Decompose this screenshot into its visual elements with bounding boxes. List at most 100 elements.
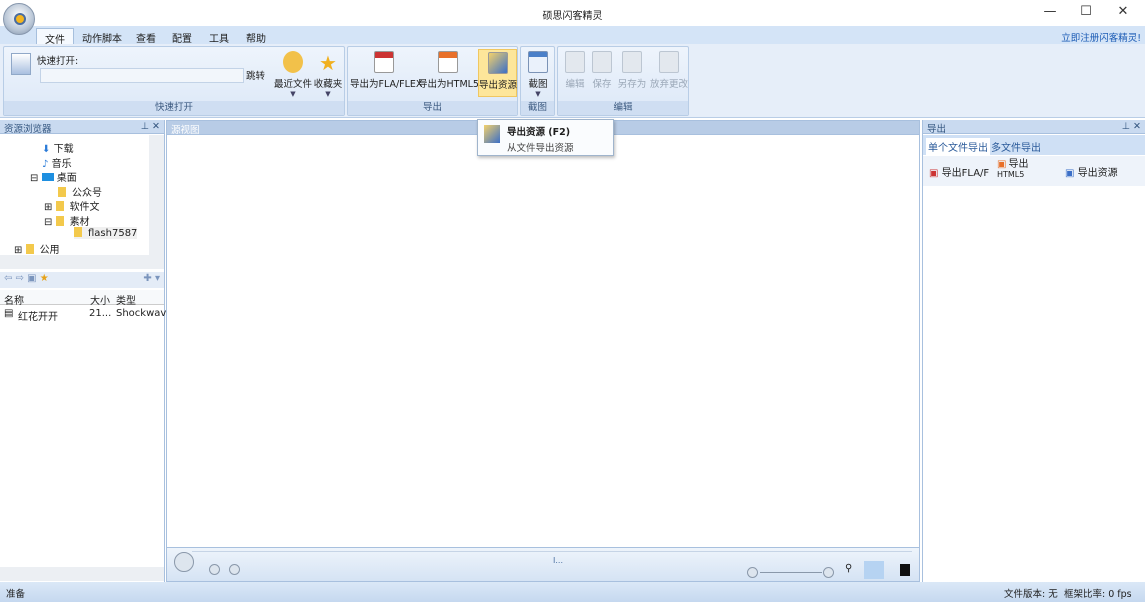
tree-item-selected[interactable]: flash7587 (74, 227, 138, 239)
file-list-toolbar[interactable]: ⇦ ⇨ ▣ ★ ✚ ▾ (0, 272, 164, 288)
file-list-header: 名称 大小 类型 (0, 290, 164, 307)
background-color-button[interactable] (900, 564, 910, 576)
frame-rate: 框架比率: 0 fps (1064, 589, 1132, 600)
explorer-header: 资源浏览器 ⊥ ✕ (0, 120, 164, 135)
register-link[interactable]: 立即注册闪客精灵! (1061, 30, 1141, 44)
group-label: 导出 (348, 101, 517, 115)
save-icon (592, 51, 612, 73)
tree-vertical-scrollbar[interactable] (149, 135, 164, 255)
edit-label: 编辑 (565, 79, 585, 90)
title-bar: 硕思闪客精灵 — ☐ ✕ (0, 0, 1145, 26)
discard-icon (659, 51, 679, 73)
play-button[interactable] (174, 552, 194, 572)
screenshot-button[interactable]: 截图 ▼ (523, 49, 553, 98)
discard-button[interactable]: 放弃更改 (649, 49, 689, 90)
group-label: 编辑 (558, 101, 688, 115)
folder-tree: ⬇ 下载 ♪ 音乐 ⊟ 桌面 公众号 ⊞ 软件文 ⊟ 素材 flash7587 … (0, 135, 150, 256)
maximize-button[interactable]: ☐ (1071, 4, 1101, 22)
fla-icon (374, 51, 394, 73)
status-text: 准备 (6, 589, 26, 600)
edit-button[interactable]: 编辑 (562, 49, 588, 90)
column-size[interactable]: 大小 (90, 292, 110, 307)
recent-files-button[interactable]: 最近文件 ▼ (274, 49, 312, 98)
edit-icon (565, 51, 585, 73)
screenshot-label: 截图 (528, 79, 548, 90)
pin-close-icons[interactable]: ⊥ ✕ (141, 121, 160, 132)
minimize-button[interactable]: — (1035, 4, 1065, 22)
favorites-button[interactable]: ★ 收藏夹 ▼ (312, 49, 344, 98)
export-resources-button[interactable]: 导出资源 (478, 49, 517, 97)
tab-file[interactable]: 文件 (36, 28, 74, 46)
discard-label: 放弃更改 (649, 79, 688, 90)
close-button[interactable]: ✕ (1108, 4, 1138, 22)
file-version: 文件版本: 无 (1004, 589, 1058, 600)
quick-open-label: 快速打开: (37, 56, 79, 67)
column-name[interactable]: 名称 (4, 292, 24, 307)
app-menu-button[interactable] (3, 3, 35, 35)
tree-item-public[interactable]: ⊞ 公用 (14, 241, 60, 256)
list-horizontal-scrollbar[interactable] (0, 567, 164, 581)
tab-multi-file[interactable]: 多文件导出 (991, 139, 1041, 154)
tab-single-file[interactable]: 单个文件导出 (926, 138, 990, 155)
clock-icon (283, 51, 303, 73)
file-name: 红花开开 (18, 312, 58, 323)
pin-close-icons[interactable]: ⊥ ✕ (1122, 121, 1141, 132)
star-icon: ★ (319, 51, 337, 75)
tree-item-folder[interactable]: ⊟ 素材 (44, 213, 90, 228)
app-logo-icon (14, 13, 26, 25)
tree-item-desktop[interactable]: ⊟ 桌面 (30, 169, 77, 184)
export-fla-button[interactable]: ▣ 导出FLA/F (929, 164, 989, 179)
export-html5-button[interactable]: 导出为HTML5 (418, 49, 479, 90)
favorites-label: 收藏夹 (313, 79, 343, 90)
screenshot-icon (528, 51, 548, 73)
tree-horizontal-scrollbar[interactable] (0, 255, 164, 269)
group-export: 导出为FLA/FLEX 导出为HTML5 导出资源 导出 (347, 46, 518, 116)
tab-view[interactable]: 查看 (128, 28, 164, 45)
tab-help[interactable]: 帮助 (238, 28, 274, 45)
export-panel: 导出 ⊥ ✕ 单个文件导出 多文件导出 ▣ 导出FLA/F ▣ 导出 HTML5 ▣ … (922, 120, 1145, 582)
export-resources-label: 导出资源 (479, 80, 518, 91)
export-html5-button[interactable]: ▣ 导出 HTML5 (997, 160, 1057, 180)
tab-config[interactable]: 配置 (164, 28, 200, 45)
tab-tools[interactable]: 工具 (201, 28, 237, 45)
export-resources-button[interactable]: ▣ 导出资源 (1065, 164, 1118, 179)
group-label: 快速打开 (4, 101, 344, 115)
export-resources-icon (484, 125, 500, 143)
player-controls: I... ⚲ (167, 547, 919, 581)
tree-item-folder[interactable]: 公众号 (58, 184, 102, 199)
jump-button[interactable]: 跳转 (246, 68, 265, 82)
file-size: 21... (89, 308, 112, 319)
fit-icon[interactable]: ⚲ (845, 563, 852, 574)
export-fla-label: 导出为FLA/FLEX (350, 79, 423, 90)
save-as-button[interactable]: 另存为 (616, 49, 648, 90)
group-label: 截图 (521, 101, 554, 115)
tree-item-music[interactable]: ♪ 音乐 (42, 155, 72, 170)
zoom-slider[interactable] (760, 572, 822, 573)
group-screenshot: 截图 ▼ 截图 (520, 46, 555, 116)
tab-actionscript[interactable]: 动作脚本 (74, 28, 130, 45)
explorer-title: 资源浏览器 (4, 124, 52, 135)
actual-size-button[interactable] (864, 561, 884, 579)
table-row[interactable]: ▤ 红花开开 21... Shockwav (0, 307, 167, 323)
timeline-slider[interactable] (192, 551, 912, 552)
export-fla-button[interactable]: 导出为FLA/FLEX (350, 49, 422, 90)
tree-item-downloads[interactable]: ⬇ 下载 (42, 140, 74, 155)
next-frame-button[interactable] (229, 564, 240, 575)
frame-indicator: I... (553, 556, 563, 565)
save-button[interactable]: 保存 (589, 49, 615, 90)
quick-open-input[interactable] (40, 68, 244, 83)
export-tabs: 单个文件导出 多文件导出 (923, 135, 1145, 155)
export-resources-icon (487, 52, 508, 74)
export-html5-label: 导出为HTML5 (418, 79, 479, 90)
group-quick-open: 快速打开: 跳转 最近文件 ▼ ★ 收藏夹 ▼ 快速打开 (3, 46, 345, 116)
export-toolbar: ▣ 导出FLA/F ▣ 导出 HTML5 ▣ 导出资源 (923, 156, 1145, 186)
column-type[interactable]: 类型 (116, 292, 136, 307)
prev-frame-button[interactable] (209, 564, 220, 575)
zoom-out-button[interactable] (747, 567, 758, 578)
open-file-icon (11, 53, 31, 75)
file-type: Shockwav (116, 308, 167, 319)
zoom-in-button[interactable] (823, 567, 834, 578)
save-as-label: 另存为 (617, 79, 647, 90)
tree-item-folder[interactable]: ⊞ 软件文 (44, 198, 100, 213)
tooltip-description: 从文件导出资源 (507, 143, 574, 154)
